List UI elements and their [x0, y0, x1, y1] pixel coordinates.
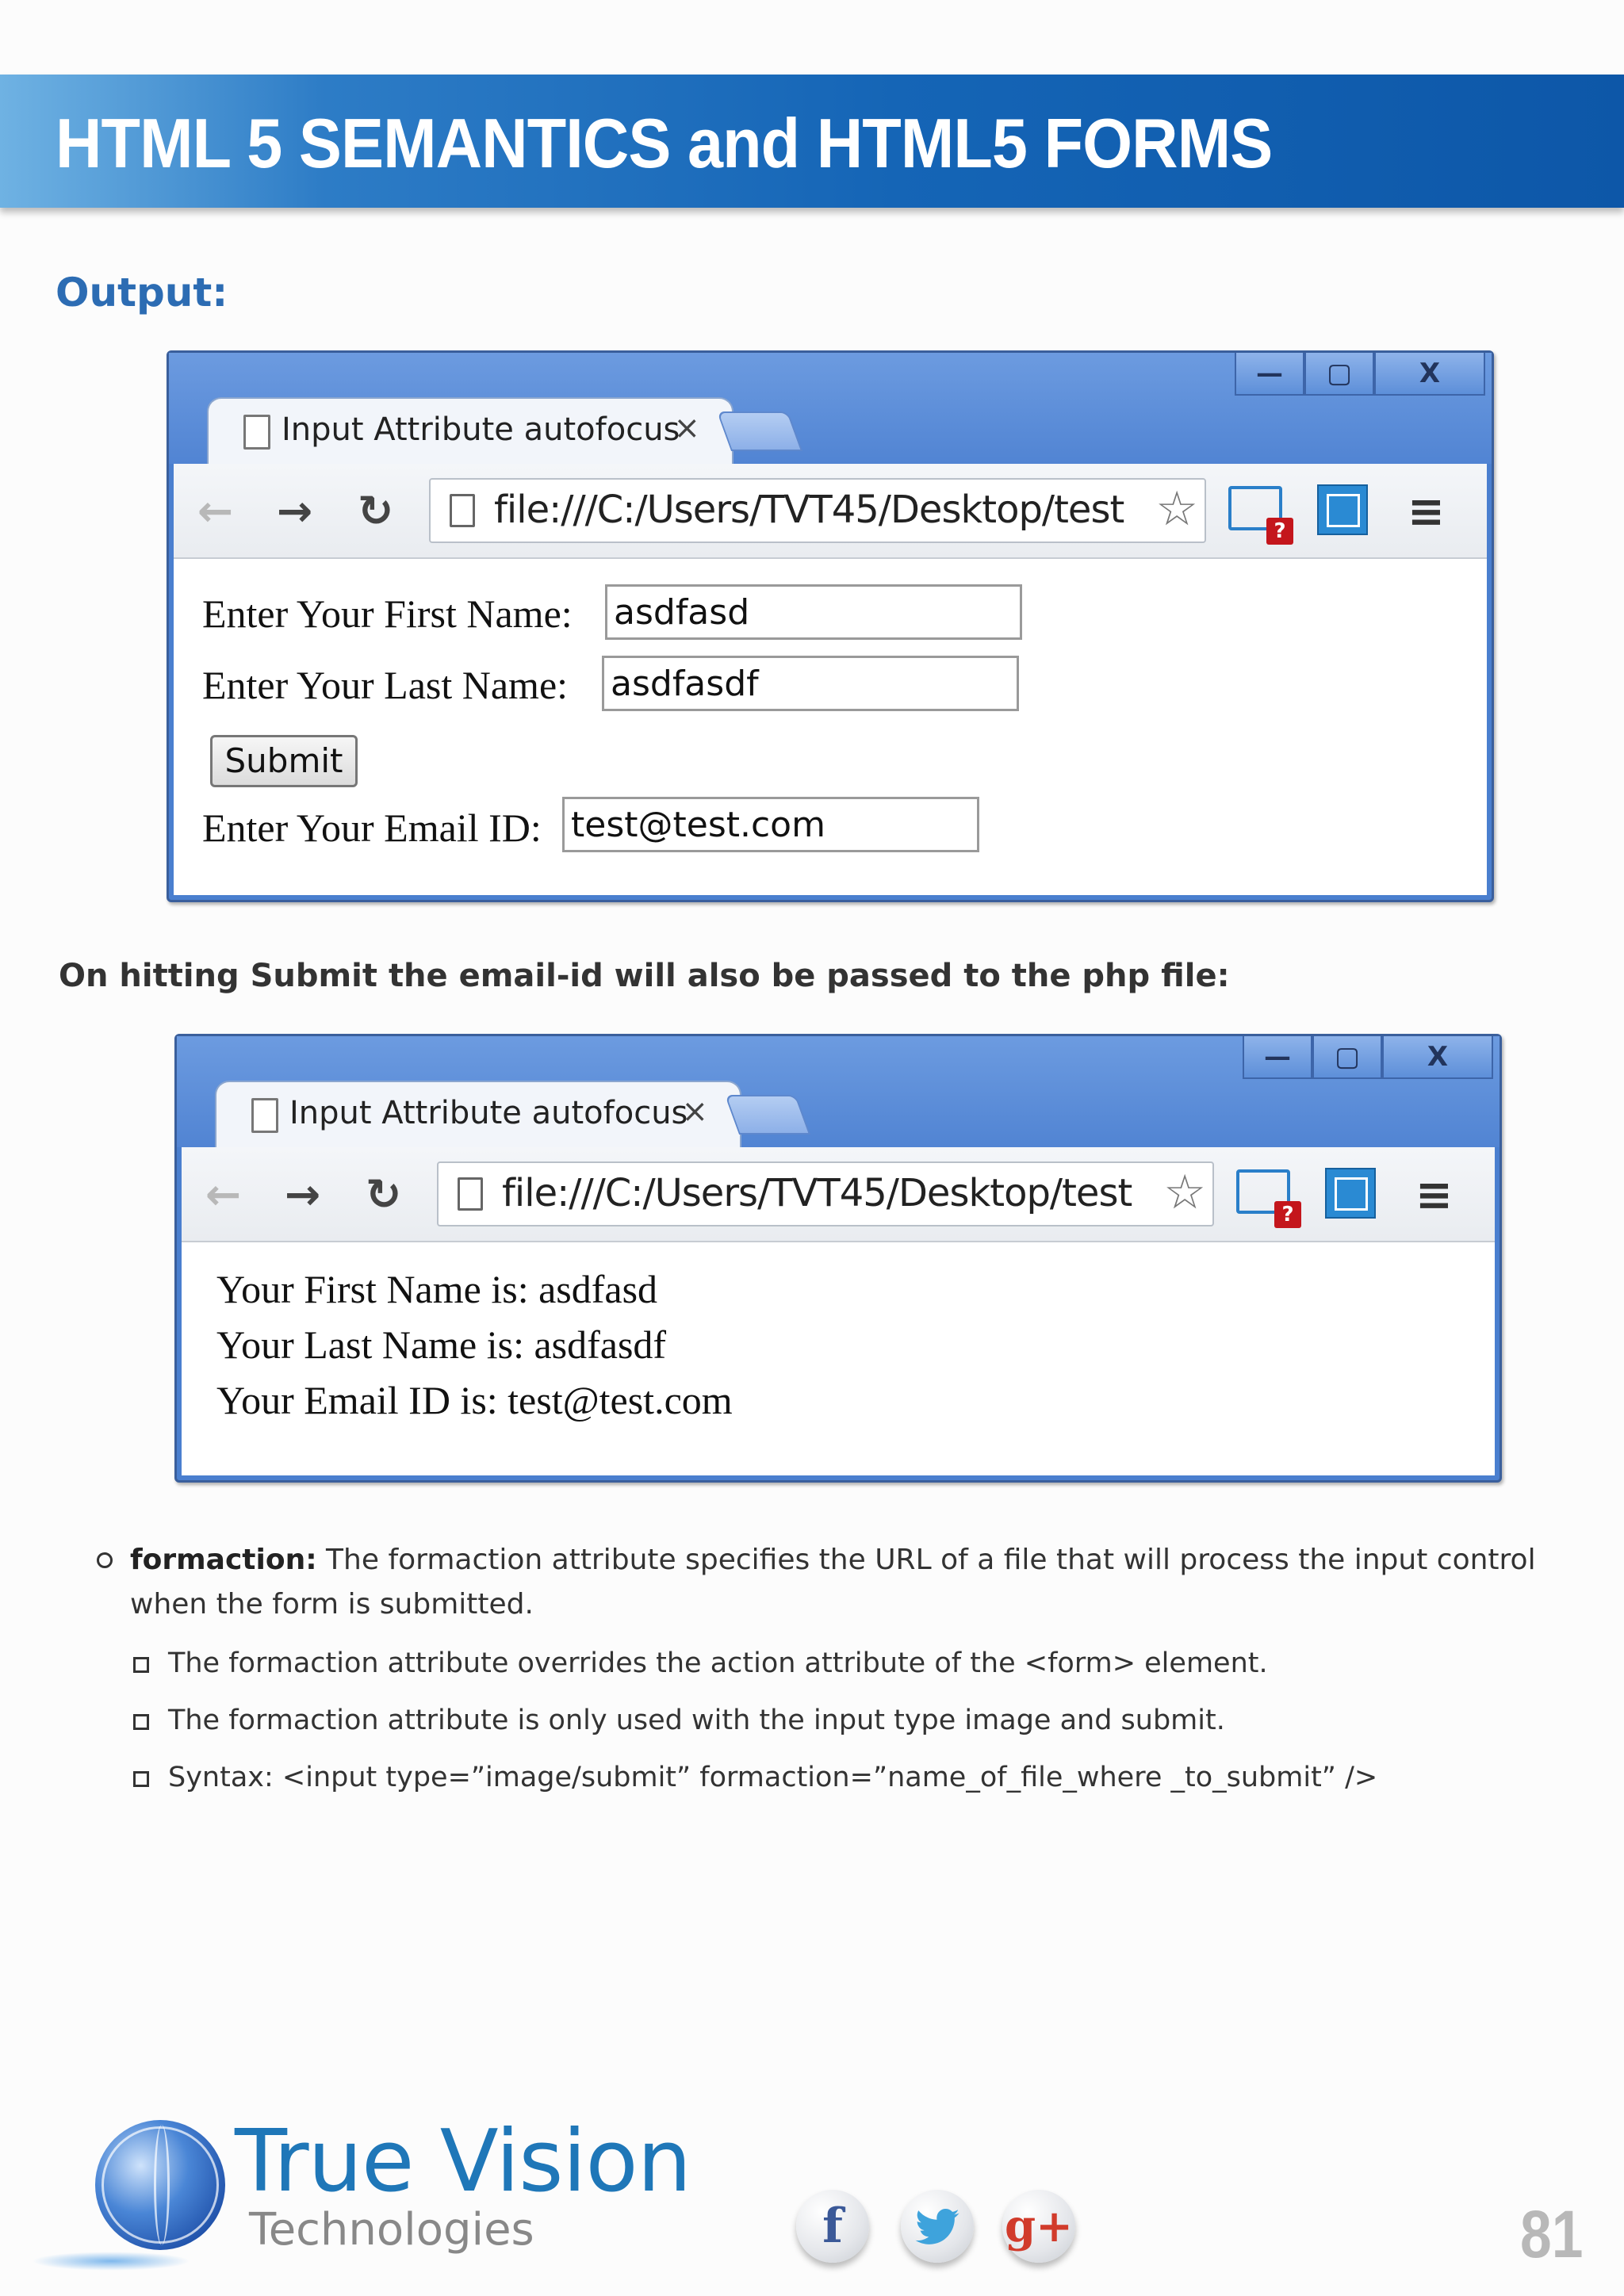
browser-tab[interactable]: Input Attribute autofocus × [215, 1081, 741, 1149]
googleplus-icon[interactable]: g+ [1002, 2190, 1075, 2263]
forward-arrow-icon[interactable]: → [277, 486, 312, 536]
twitter-bird-icon [915, 2209, 959, 2244]
browser-window-form: — ▢ X Input Attribute autofocus × ← → ↻ … [167, 350, 1494, 902]
tab-close-icon[interactable]: × [681, 1093, 708, 1130]
email-label: Enter Your Email ID: [202, 806, 542, 850]
sub-bullet: Syntax: <input type=”image/submit” forma… [133, 1755, 1586, 1800]
bullet-term: formaction: [130, 1544, 317, 1576]
tab-title: Input Attribute autofocus [282, 411, 680, 448]
brand-subtitle: Technologies [249, 2204, 534, 2256]
menu-icon[interactable]: ≡ [1408, 486, 1445, 538]
reload-icon[interactable]: ↻ [358, 486, 393, 536]
page-header-title: HTML 5 SEMANTICS and HTML5 FORMS [56, 104, 1273, 182]
tab-close-icon[interactable]: × [673, 410, 700, 446]
url-text: file:///C:/Users/TVT45/Desktop/test [502, 1171, 1132, 1215]
browser-titlebar: — ▢ X Input Attribute autofocus × [169, 353, 1492, 465]
result-last-name: Your Last Name is: asdfasdf [216, 1322, 667, 1367]
brand-name: True Vision [235, 2112, 691, 2211]
address-bar[interactable]: file:///C:/Users/TVT45/Desktop/test ☆ [429, 478, 1206, 543]
minimize-button[interactable]: — [1235, 353, 1304, 396]
page-icon [243, 415, 270, 450]
page-icon [458, 1177, 483, 1211]
globe-icon [95, 2120, 225, 2250]
address-bar[interactable]: file:///C:/Users/TVT45/Desktop/test ☆ [437, 1161, 1214, 1226]
maximize-button[interactable]: ▢ [1304, 353, 1374, 396]
browser-titlebar: — ▢ X Input Attribute autofocus × [177, 1036, 1500, 1149]
window-controls: — ▢ X [1243, 1036, 1493, 1081]
window-controls: — ▢ X [1235, 353, 1485, 397]
facebook-icon[interactable]: f [796, 2190, 869, 2263]
section-title: Output: [56, 270, 228, 316]
company-logo: True Vision Technologies [32, 2109, 706, 2291]
close-window-button[interactable]: X [1382, 1036, 1493, 1079]
extension-cast-icon[interactable]: ? [1236, 1169, 1301, 1228]
bookmark-star-icon[interactable]: ☆ [1155, 481, 1198, 537]
browser-toolbar: ← → ↻ file:///C:/Users/TVT45/Desktop/tes… [174, 464, 1487, 559]
bullet-formaction: formaction: The formaction attribute spe… [95, 1538, 1586, 1627]
twitter-icon[interactable] [901, 2190, 974, 2263]
page-number: 81 [1519, 2197, 1583, 2271]
browser-tab[interactable]: Input Attribute autofocus × [207, 397, 733, 465]
browser-toolbar: ← → ↻ file:///C:/Users/TVT45/Desktop/tes… [182, 1147, 1495, 1242]
extension-window-icon[interactable] [1325, 1168, 1376, 1219]
url-text: file:///C:/Users/TVT45/Desktop/test [494, 488, 1124, 532]
caption-text: On hitting Submit the email-id will also… [59, 958, 1230, 994]
page-content: Your First Name is: asdfasd Your Last Na… [182, 1242, 1495, 1475]
logo-swoosh [32, 2252, 190, 2271]
extension-cast-icon[interactable]: ? [1228, 486, 1293, 545]
browser-window-result: — ▢ X Input Attribute autofocus × ← → ↻ … [174, 1034, 1502, 1483]
help-badge-icon: ? [1266, 518, 1293, 545]
result-email: Your Email ID is: test@test.com [216, 1378, 733, 1422]
page-icon [450, 494, 475, 527]
first-name-input[interactable]: asdfasd [605, 584, 1022, 640]
bookmark-star-icon[interactable]: ☆ [1163, 1165, 1206, 1220]
bullet-text: The formaction attribute specifies the U… [130, 1544, 1536, 1621]
tab-title: Input Attribute autofocus [289, 1095, 688, 1131]
sub-bullet: The formaction attribute overrides the a… [133, 1641, 1586, 1686]
bullet-list: formaction: The formaction attribute spe… [95, 1538, 1586, 1800]
sub-bullet: The formaction attribute is only used wi… [133, 1698, 1586, 1743]
result-first-name: Your First Name is: asdfasd [216, 1267, 658, 1311]
last-name-label: Enter Your Last Name: [202, 663, 569, 707]
page-content: Enter Your First Name: asdfasd Enter You… [174, 559, 1487, 895]
reload-icon[interactable]: ↻ [366, 1169, 401, 1219]
last-name-input[interactable]: asdfasdf [602, 656, 1019, 711]
back-arrow-icon[interactable]: ← [205, 1169, 241, 1219]
back-arrow-icon[interactable]: ← [197, 486, 233, 536]
help-badge-icon: ? [1274, 1201, 1301, 1228]
email-input[interactable]: test@test.com [562, 797, 979, 852]
new-tab-button[interactable] [716, 411, 803, 451]
new-tab-button[interactable] [724, 1095, 811, 1135]
minimize-button[interactable]: — [1243, 1036, 1312, 1079]
maximize-button[interactable]: ▢ [1312, 1036, 1382, 1079]
forward-arrow-icon[interactable]: → [285, 1169, 320, 1219]
menu-icon[interactable]: ≡ [1415, 1169, 1453, 1221]
page-icon [251, 1098, 278, 1133]
submit-button[interactable]: Submit [210, 735, 358, 787]
header-banner: HTML 5 SEMANTICS and HTML5 FORMS [0, 75, 1624, 208]
first-name-label: Enter Your First Name: [202, 591, 573, 636]
extension-window-icon[interactable] [1317, 484, 1368, 535]
close-window-button[interactable]: X [1374, 353, 1485, 396]
